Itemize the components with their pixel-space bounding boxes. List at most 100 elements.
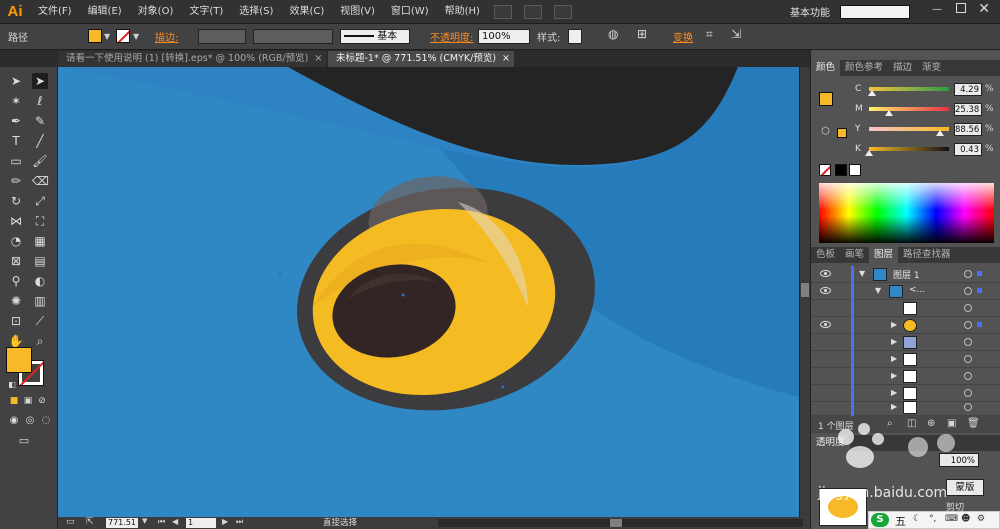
magic-wand-tool-icon[interactable]: ✶ [8,93,24,109]
ime-mode-label[interactable]: 五 [895,513,906,529]
shape-builder-tool-icon[interactable]: ◔ [8,233,24,249]
opacity-field[interactable]: 100% [478,29,530,44]
new-layer-icon[interactable]: ▣ [947,418,956,429]
eyedropper-tool-icon[interactable]: ⚲ [8,273,24,289]
layer-row[interactable]: ▶ [811,351,1000,368]
last-artboard-icon[interactable]: ⏭ [236,517,243,527]
curvature-tool-icon[interactable]: ✎ [32,113,48,129]
white-swatch[interactable] [849,164,861,176]
lasso-tool-icon[interactable]: ℓ [32,93,48,109]
tab-close-icon[interactable]: × [314,53,322,64]
eye-icon[interactable] [820,270,831,277]
zoom-dropdown-icon[interactable]: ▼ [142,517,147,525]
tab-swatches[interactable]: 色板 [811,247,840,263]
horizontal-scroll-thumb[interactable] [610,519,622,527]
eye-icon[interactable] [820,321,831,328]
target-icon[interactable] [964,338,972,346]
target-icon[interactable] [964,372,972,380]
slider-magenta[interactable]: M 25.38 % [811,102,1000,120]
expand-icon[interactable]: ▶ [891,388,897,397]
layer-row[interactable]: ▼ <... [811,283,1000,300]
menu-object[interactable]: 对象(O) [130,0,182,23]
none-mode-icon[interactable]: ⊘ [34,393,50,409]
tab-transparency[interactable]: 透明度 [811,435,850,451]
first-artboard-icon[interactable]: ⏮ [158,517,165,527]
target-icon[interactable] [964,403,972,411]
menu-edit[interactable]: 编辑(E) [80,0,130,23]
delete-layer-icon[interactable]: 🗑 [967,418,980,429]
stroke-swatch[interactable] [116,29,130,43]
layer-name[interactable]: 图层 1 [893,268,920,281]
new-sublayer-icon[interactable]: ⊕ [927,418,935,429]
panel-options-icon[interactable]: ⇲ [731,27,741,41]
scale-tool-icon[interactable]: ⤢ [32,193,48,209]
isolate-icon[interactable]: ⌗ [706,27,713,42]
variable-width-field[interactable] [253,29,333,44]
tab-brushes[interactable]: 画笔 [840,247,869,263]
clipping-mask-icon[interactable]: ◫ [907,418,916,429]
slider-cyan[interactable]: C 4.29 % [811,82,1000,100]
type-tool-icon[interactable]: T [8,133,24,149]
style-swatch[interactable] [568,29,582,44]
symbol-sprayer-tool-icon[interactable]: ✺ [8,293,24,309]
expand-icon[interactable]: ▼ [875,286,881,295]
target-icon[interactable] [964,321,972,329]
screen-mode-icon[interactable]: ▭ [16,433,32,449]
direct-selection-tool-icon[interactable]: ➤ [32,73,48,89]
layer-row[interactable]: ▼ 图层 1 [811,266,1000,283]
ime-badge[interactable]: S [871,513,889,527]
stroke-link[interactable]: 描边: [155,29,178,44]
anchor-point[interactable] [401,293,405,297]
draw-mode-icon[interactable]: ◉ [6,413,22,429]
paintbrush-tool-icon[interactable]: 🖌 [32,153,48,169]
gpu-button[interactable] [553,4,572,19]
slider-cyan-thumb[interactable] [868,90,877,96]
menu-help[interactable]: 帮助(H) [437,0,488,23]
target-icon[interactable] [964,270,972,278]
width-tool-icon[interactable]: ⋈ [8,213,24,229]
punctuation-icon[interactable]: °, [929,514,936,524]
target-icon[interactable] [964,304,972,312]
vertical-scrollbar[interactable] [799,67,810,517]
artboard-tool-icon[interactable]: ⊡ [8,313,24,329]
slider-magenta-value[interactable]: 25.38 [954,103,982,116]
slider-cyan-value[interactable]: 4.29 [954,83,982,96]
tab-document-2[interactable]: 未标题-1* @ 771.51% (CMYK/预览) × [328,51,514,67]
eye-icon[interactable] [820,287,831,294]
expand-icon[interactable]: ▶ [891,337,897,346]
artboard-nav-icon[interactable]: ▭ [66,517,75,527]
slider-black-thumb[interactable] [865,150,874,156]
anchor-point[interactable] [278,272,282,276]
slider-black[interactable]: K 0.43 % [811,142,1000,160]
menu-select[interactable]: 选择(S) [231,0,281,23]
tab-color-guide[interactable]: 颜色参考 [840,60,888,76]
fill-color-swatch[interactable] [6,347,32,373]
keyboard-icon[interactable]: ⌨ [945,514,958,524]
expand-icon[interactable]: ▶ [891,320,897,329]
slice-tool-icon[interactable]: ⟋ [32,313,48,329]
fill-swatch[interactable] [88,29,102,43]
pencil-tool-icon[interactable]: ✏ [8,173,24,189]
eraser-tool-icon[interactable]: ⌫ [32,173,49,189]
rotate-tool-icon[interactable]: ↻ [8,193,24,209]
canvas[interactable] [58,67,799,517]
layer-row[interactable]: ▶ [811,399,1000,416]
expand-icon[interactable]: ▼ [859,269,865,278]
blend-tool-icon[interactable]: ◐ [32,273,48,289]
menu-window[interactable]: 窗口(W) [383,0,437,23]
free-transform-tool-icon[interactable]: ⛶ [32,213,48,229]
black-swatch[interactable] [835,164,847,176]
slider-magenta-thumb[interactable] [885,110,894,116]
stroke-dropdown-icon[interactable]: ▼ [133,32,139,41]
align-icon[interactable]: ⊞ [637,27,647,41]
target-icon[interactable] [964,355,972,363]
opacity-link[interactable]: 不透明度: [430,29,473,44]
slider-yellow[interactable]: Y 88.56 % [811,122,1000,140]
slider-magenta-track[interactable] [869,107,949,111]
make-mask-button[interactable]: 蒙版 [946,479,984,496]
zoom-field[interactable]: 771.51 [106,518,138,528]
tab-color[interactable]: 颜色 [811,60,841,76]
user-icon[interactable]: ☻ [961,514,970,524]
locate-object-icon[interactable]: ⌕ [887,418,893,429]
transparency-opacity-field[interactable]: 100% [939,453,979,467]
